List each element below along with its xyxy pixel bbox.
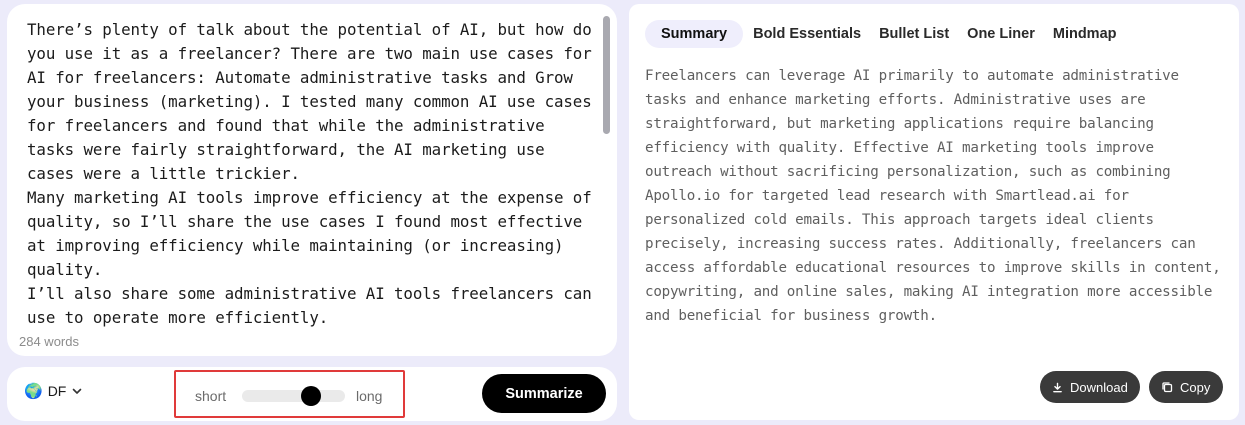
controls-bar: 🌍 DF short long Summarize <box>7 367 617 421</box>
length-short-label: short <box>195 388 227 404</box>
input-paragraph: Many marketing AI tools improve efficien… <box>27 188 592 279</box>
download-label: Download <box>1070 379 1128 395</box>
output-panel: Summary Bold Essentials Bullet List One … <box>629 4 1239 420</box>
tab-mindmap[interactable]: Mindmap <box>1044 20 1126 48</box>
summary-text: Freelancers can leverage AI primarily to… <box>645 68 1221 324</box>
copy-button[interactable]: Copy <box>1149 371 1223 403</box>
chevron-down-icon <box>71 385 83 397</box>
input-scrollbar[interactable] <box>603 16 610 134</box>
summarize-button[interactable]: Summarize <box>482 374 606 413</box>
input-text-area[interactable]: There’s plenty of talk about the potenti… <box>27 18 593 328</box>
globe-icon: 🌍 <box>24 382 43 400</box>
download-button[interactable]: Download <box>1040 371 1140 403</box>
word-count: 284 words <box>19 334 79 349</box>
length-long-label: long <box>356 388 383 404</box>
tab-summary[interactable]: Summary <box>645 20 744 48</box>
language-select[interactable]: 🌍 DF <box>24 382 83 400</box>
download-icon <box>1052 382 1063 393</box>
copy-label: Copy <box>1180 379 1211 395</box>
output-tabs: Summary Bold Essentials Bullet List One … <box>645 20 1126 48</box>
length-slider[interactable] <box>242 386 345 406</box>
length-slider-thumb[interactable] <box>301 386 321 406</box>
language-label: DF <box>47 383 67 399</box>
copy-icon <box>1161 381 1173 393</box>
tab-bullet-list[interactable]: Bullet List <box>870 20 958 48</box>
input-paragraph: There’s plenty of talk about the potenti… <box>27 20 592 183</box>
tab-bold-essentials[interactable]: Bold Essentials <box>744 20 870 48</box>
length-control: short long <box>174 370 405 418</box>
input-panel: There’s plenty of talk about the potenti… <box>7 4 617 356</box>
tab-one-liner[interactable]: One Liner <box>958 20 1044 48</box>
input-paragraph: I’ll also share some administrative AI t… <box>27 284 592 327</box>
